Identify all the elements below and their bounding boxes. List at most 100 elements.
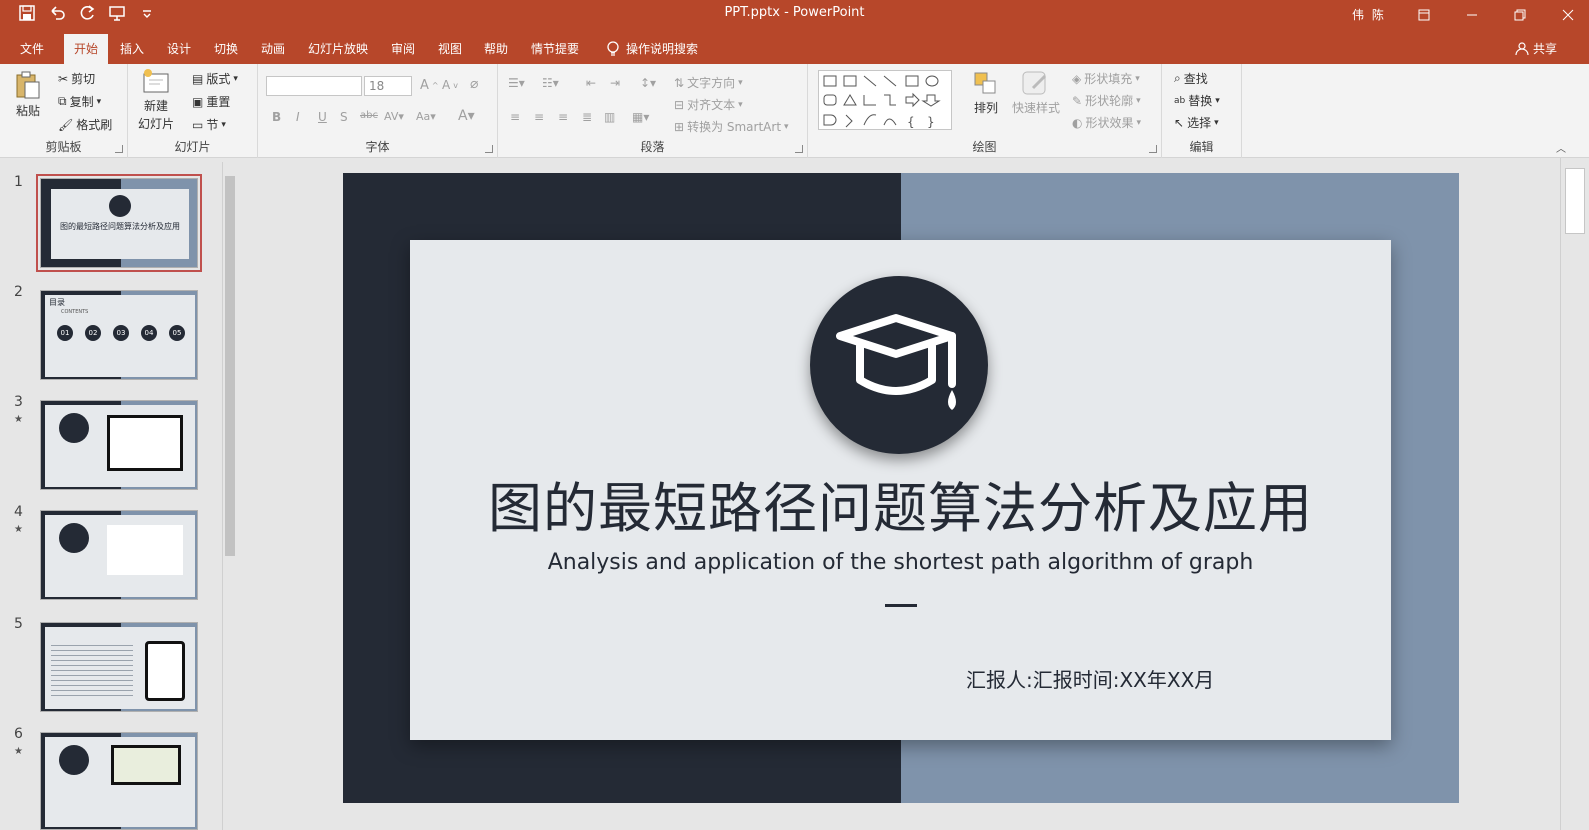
- shape-outline-button[interactable]: ✎ 形状轮廓 ▾: [1072, 92, 1141, 109]
- change-case-button[interactable]: Aa▾: [416, 110, 436, 123]
- replace-button[interactable]: ab 替换 ▾: [1174, 92, 1220, 109]
- font-launcher[interactable]: [485, 145, 493, 153]
- copy-button[interactable]: ⧉ 复制 ▾: [58, 93, 101, 110]
- slide-title[interactable]: 图的最短路径问题算法分析及应用: [410, 464, 1391, 543]
- align-left-button[interactable]: ≡: [510, 110, 520, 124]
- distributed-button[interactable]: ▥: [604, 110, 615, 124]
- align-text-button[interactable]: ⊟ 对齐文本 ▾: [674, 96, 743, 113]
- select-button[interactable]: ↖ 选择 ▾: [1174, 114, 1219, 131]
- slides-group: 新建 幻灯片 ▤ 版式 ▾ ▣ 重置 ▭ 节 ▾ 幻灯片: [128, 64, 258, 158]
- align-right-button[interactable]: ≡: [558, 110, 568, 124]
- svg-text:{: {: [907, 115, 915, 129]
- bold-button[interactable]: B: [272, 110, 281, 124]
- layout-button[interactable]: ▤ 版式 ▾: [192, 70, 238, 87]
- search-icon: ⌕: [1174, 71, 1181, 85]
- slide-thumbnail-3[interactable]: [40, 400, 198, 490]
- thumbnail-scrollbar[interactable]: [222, 162, 236, 830]
- slide-thumbnail-1[interactable]: 图的最短路径问题算法分析及应用: [36, 174, 202, 272]
- justify-button[interactable]: ≣: [582, 110, 592, 124]
- new-slide-button[interactable]: 新建 幻灯片: [138, 68, 174, 132]
- grow-font-button[interactable]: A ^: [420, 78, 439, 93]
- chevron-down-icon: ▾: [96, 96, 102, 107]
- collapse-ribbon-button[interactable]: ︿: [1556, 140, 1566, 155]
- editor-scrollbar[interactable]: [1560, 158, 1589, 830]
- quick-styles-button[interactable]: 快速样式: [1012, 70, 1060, 116]
- thumb-toc-num-4: 04: [141, 325, 157, 341]
- slide-thumbnail-4[interactable]: [40, 510, 198, 600]
- columns-button[interactable]: ▦▾: [632, 110, 649, 124]
- chevron-down-icon: ▾: [738, 77, 743, 88]
- tab-animations[interactable]: 动画: [261, 40, 285, 57]
- font-size-combo[interactable]: 18: [364, 76, 412, 96]
- tab-review[interactable]: 审阅: [391, 40, 415, 57]
- close-button[interactable]: [1544, 0, 1589, 30]
- tab-home[interactable]: 开始: [64, 34, 109, 64]
- paste-button[interactable]: 粘贴: [14, 70, 42, 119]
- shadow-button[interactable]: S: [340, 110, 348, 124]
- select-label: 选择: [1187, 116, 1212, 130]
- thumb-panel: [45, 515, 195, 597]
- graduation-cap-circle[interactable]: [810, 276, 988, 454]
- tab-transitions[interactable]: 切换: [214, 40, 238, 57]
- slide-thumbnail-2[interactable]: 目录 CONTENTS 01 02 03 04 05: [40, 290, 198, 380]
- tab-design[interactable]: 设计: [167, 40, 191, 57]
- shape-fill-button[interactable]: ◈ 形状填充 ▾: [1072, 70, 1140, 87]
- thumb-toc-sub: CONTENTS: [61, 309, 89, 315]
- slide-editor: 图的最短路径问题算法分析及应用 Analysis and application…: [240, 158, 1560, 830]
- font-color-button[interactable]: A▾: [458, 108, 475, 124]
- paragraph-group: ☰▾ ☷▾ ⇤ ⇥ ↕▾ ⇅ 文字方向 ▾ ⊟ 对齐文本 ▾ ⊞ 转换为 SmartArt…: [498, 64, 808, 158]
- shrink-font-button[interactable]: Av: [442, 78, 458, 92]
- strikethrough-button[interactable]: abc: [360, 110, 378, 121]
- section-button[interactable]: ▭ 节 ▾: [192, 116, 226, 133]
- slide-thumbnail-5[interactable]: [40, 622, 198, 712]
- slide-thumbnail-6[interactable]: [40, 732, 198, 830]
- bullets-button[interactable]: ☰▾: [508, 76, 525, 90]
- tab-file[interactable]: 文件: [20, 40, 44, 57]
- convert-smartart-button[interactable]: ⊞ 转换为 SmartArt ▾: [674, 118, 789, 135]
- reporter-text[interactable]: 汇报人:汇报时间:XX年XX月: [966, 664, 1214, 693]
- format-painter-button[interactable]: 🖌 格式刷: [58, 116, 112, 133]
- restore-button[interactable]: [1496, 0, 1544, 30]
- arrange-button[interactable]: 排列: [972, 70, 1000, 116]
- char-spacing-button[interactable]: AV▾: [384, 110, 404, 123]
- tab-storyline[interactable]: 情节提要: [531, 40, 579, 57]
- decrease-indent-button[interactable]: ⇤: [586, 76, 596, 90]
- italic-button[interactable]: I: [296, 110, 300, 124]
- clipboard-launcher[interactable]: [115, 145, 123, 153]
- new-slide-label-1: 新建: [144, 99, 169, 113]
- editor-scrollbar-thumb[interactable]: [1565, 168, 1585, 234]
- shapes-gallery[interactable]: {}: [818, 70, 952, 130]
- tab-help[interactable]: 帮助: [484, 40, 508, 57]
- tab-insert[interactable]: 插入: [120, 40, 144, 57]
- slide-subtitle[interactable]: Analysis and application of the shortest…: [410, 550, 1391, 575]
- chevron-down-icon: ▾: [1214, 117, 1219, 128]
- minimize-button[interactable]: [1448, 0, 1496, 30]
- find-button[interactable]: ⌕ 查找: [1174, 70, 1208, 87]
- drawing-launcher[interactable]: [1149, 145, 1157, 153]
- cut-button[interactable]: ✂ 剪切: [58, 70, 95, 87]
- current-slide[interactable]: 图的最短路径问题算法分析及应用 Analysis and application…: [343, 173, 1459, 803]
- underline-button[interactable]: U: [318, 110, 327, 124]
- document-title: PPT.pptx - PowerPoint: [724, 5, 865, 20]
- ribbon-display-options-button[interactable]: [1400, 0, 1448, 30]
- font-name-combo[interactable]: [266, 76, 362, 96]
- tell-me-search[interactable]: 操作说明搜索: [606, 40, 698, 57]
- share-button[interactable]: 共享: [1515, 40, 1557, 57]
- tell-me-label: 操作说明搜索: [626, 42, 699, 56]
- line-spacing-button[interactable]: ↕▾: [640, 76, 656, 90]
- align-center-button[interactable]: ≡: [534, 110, 544, 124]
- tab-slideshow[interactable]: 幻灯片放映: [308, 40, 368, 57]
- reset-button[interactable]: ▣ 重置: [192, 93, 230, 110]
- thumb-title: 图的最短路径问题算法分析及应用: [60, 222, 180, 231]
- shape-effects-button[interactable]: ◐ 形状效果 ▾: [1072, 114, 1141, 131]
- increase-indent-button[interactable]: ⇥: [610, 76, 620, 90]
- user-name[interactable]: 伟 陈: [1352, 6, 1386, 23]
- paragraph-launcher[interactable]: [795, 145, 803, 153]
- convert-smartart-label: 转换为 SmartArt: [687, 120, 782, 134]
- numbering-button[interactable]: ☷▾: [542, 76, 559, 90]
- clear-formatting-icon[interactable]: ⌀: [470, 76, 478, 92]
- thumbnail-scrollbar-thumb[interactable]: [225, 176, 235, 556]
- slide-number-4: 4: [14, 504, 23, 520]
- tab-view[interactable]: 视图: [438, 40, 462, 57]
- text-direction-button[interactable]: ⇅ 文字方向 ▾: [674, 74, 743, 91]
